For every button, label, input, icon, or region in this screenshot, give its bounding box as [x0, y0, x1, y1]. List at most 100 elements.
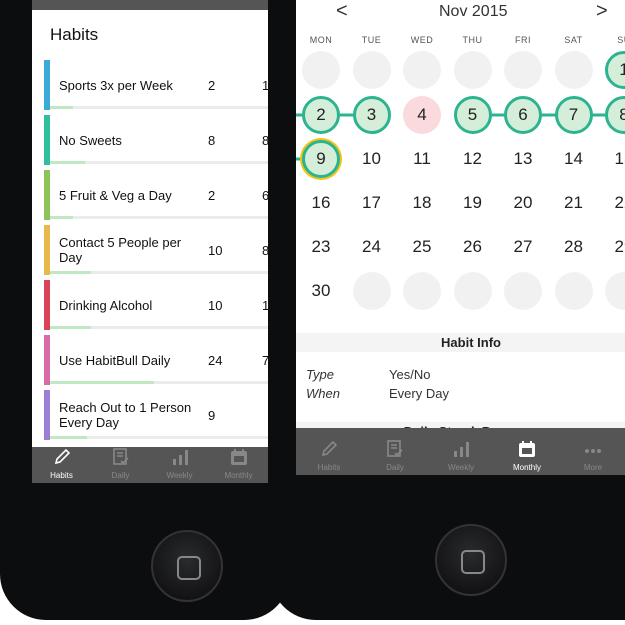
weekday-header: WED: [410, 35, 434, 45]
calendar-day[interactable]: 3: [352, 96, 391, 134]
habit-streak: 10: [208, 242, 223, 258]
empty-day[interactable]: [554, 51, 593, 89]
weekday-header: SAT: [564, 35, 583, 45]
habit-row[interactable]: Reach Out to 1 Person Every Day 9: [44, 390, 268, 445]
calendar-day[interactable]: 17: [353, 184, 391, 222]
habit-streak: 24: [208, 352, 223, 368]
calendar-day[interactable]: 6: [504, 96, 542, 134]
calendar-day[interactable]: 26: [454, 228, 492, 266]
habit-streak: 2: [208, 77, 216, 93]
habit-streak: 8: [208, 132, 216, 148]
pencil-icon: [319, 439, 339, 463]
calendar-day[interactable]: 25: [403, 228, 441, 266]
habit-progress: [50, 436, 268, 439]
calendar-day[interactable]: 4: [403, 96, 441, 134]
calendar-day[interactable]: 18: [403, 184, 441, 222]
left-phone: Habits Sports 3x per Week 2 1 No Sweets …: [0, 0, 290, 620]
habit-percent: 85: [262, 132, 268, 148]
tab-daily[interactable]: Daily: [91, 447, 150, 483]
info-label: Type: [306, 367, 334, 382]
tab-habits[interactable]: Habits: [296, 428, 362, 475]
tab-weekly[interactable]: Weekly: [428, 428, 494, 475]
empty-day[interactable]: [403, 51, 441, 89]
calendar-day[interactable]: 13: [504, 140, 542, 178]
bar-chart-icon: [170, 447, 190, 471]
habit-percent: 85: [262, 242, 268, 258]
empty-day[interactable]: [352, 51, 391, 89]
empty-day[interactable]: [504, 51, 542, 89]
tab-label: Monthly: [512, 463, 541, 472]
empty-day[interactable]: [403, 272, 441, 310]
weekday-header: SU: [617, 35, 625, 45]
empty-day[interactable]: [302, 51, 340, 89]
habit-name: Sports 3x per Week: [59, 77, 173, 93]
tab-label: Daily: [111, 471, 130, 480]
calendar-day[interactable]: 10: [353, 140, 391, 178]
habit-row[interactable]: 5 Fruit & Veg a Day 2 66: [44, 170, 268, 225]
left-screen: Habits Sports 3x per Week 2 1 No Sweets …: [32, 0, 268, 483]
bar-chart-icon: [451, 439, 471, 463]
habit-row[interactable]: Contact 5 People per Day 10 85: [44, 225, 268, 280]
habit-streak: 10: [208, 297, 223, 313]
calendar-day[interactable]: 2: [302, 96, 340, 134]
empty-day[interactable]: [554, 272, 593, 310]
empty-day[interactable]: [504, 272, 542, 310]
tab-label: More: [583, 463, 603, 472]
empty-day[interactable]: [453, 272, 492, 310]
habit-color-bar: [44, 60, 50, 110]
home-button[interactable]: [151, 530, 223, 602]
calendar-day[interactable]: 23: [302, 228, 340, 266]
habit-row[interactable]: Sports 3x per Week 2 1: [44, 60, 268, 115]
habit-color-bar: [44, 280, 50, 330]
calendar-day[interactable]: 14: [555, 140, 593, 178]
empty-day[interactable]: [453, 51, 492, 89]
tab-habits[interactable]: Habits: [32, 447, 91, 483]
weekday-header: TUE: [361, 35, 382, 45]
checklist-icon: [111, 447, 131, 471]
calendar-day[interactable]: 28: [555, 228, 593, 266]
calendar-day[interactable]: 9: [302, 140, 340, 178]
habit-name: No Sweets: [59, 132, 122, 148]
habit-progress: [50, 326, 268, 329]
tab-more[interactable]: More: [560, 428, 625, 475]
habit-streak: 9: [208, 407, 216, 423]
calendar-day[interactable]: 27: [504, 228, 542, 266]
empty-day[interactable]: [352, 272, 391, 310]
habit-progress: [50, 381, 268, 384]
calendar-day[interactable]: 21: [555, 184, 593, 222]
habit-percent: 1: [262, 297, 268, 313]
calendar-day[interactable]: 24: [353, 228, 391, 266]
calendar-icon: [517, 439, 537, 463]
calendar-day[interactable]: 11: [403, 140, 441, 178]
habit-color-bar: [44, 390, 50, 440]
calendar-day[interactable]: 20: [504, 184, 542, 222]
habit-color-bar: [44, 335, 50, 385]
tab-weekly[interactable]: Weekly: [150, 447, 209, 483]
more-icon: [583, 439, 603, 463]
tab-label: Monthly: [224, 471, 253, 480]
calendar-day[interactable]: 5: [453, 96, 492, 134]
status-bar: [32, 0, 268, 10]
calendar-day[interactable]: 12: [454, 140, 492, 178]
calendar-day[interactable]: 30: [302, 272, 340, 310]
tab-label: Weekly: [166, 471, 193, 480]
tab-label: Daily: [386, 463, 404, 472]
info-value: Every Day: [389, 386, 449, 401]
weekday-header: THU: [462, 35, 483, 45]
page-title: Habits: [50, 25, 99, 44]
habit-row[interactable]: No Sweets 8 85: [44, 115, 268, 170]
habit-row[interactable]: Use HabitBull Daily 24 71: [44, 335, 268, 390]
calendar-day[interactable]: 16: [302, 184, 340, 222]
tab-daily[interactable]: Daily: [362, 428, 428, 475]
habit-color-bar: [44, 170, 50, 220]
calendar-day[interactable]: 7: [554, 96, 593, 134]
home-button[interactable]: [435, 524, 507, 596]
tab-monthly[interactable]: Monthly: [494, 428, 560, 475]
habit-row[interactable]: Drinking Alcohol 10 1: [44, 280, 268, 335]
weekday-header: MON: [309, 35, 333, 45]
weekday-header: FRI: [515, 35, 531, 45]
right-phone: < Nov 2015 > MONTUEWEDTHUFRISATSU1234567…: [270, 0, 625, 620]
tab-monthly[interactable]: Monthly: [209, 447, 268, 483]
calendar-day[interactable]: 19: [454, 184, 492, 222]
tab-label: Weekly: [447, 463, 475, 472]
